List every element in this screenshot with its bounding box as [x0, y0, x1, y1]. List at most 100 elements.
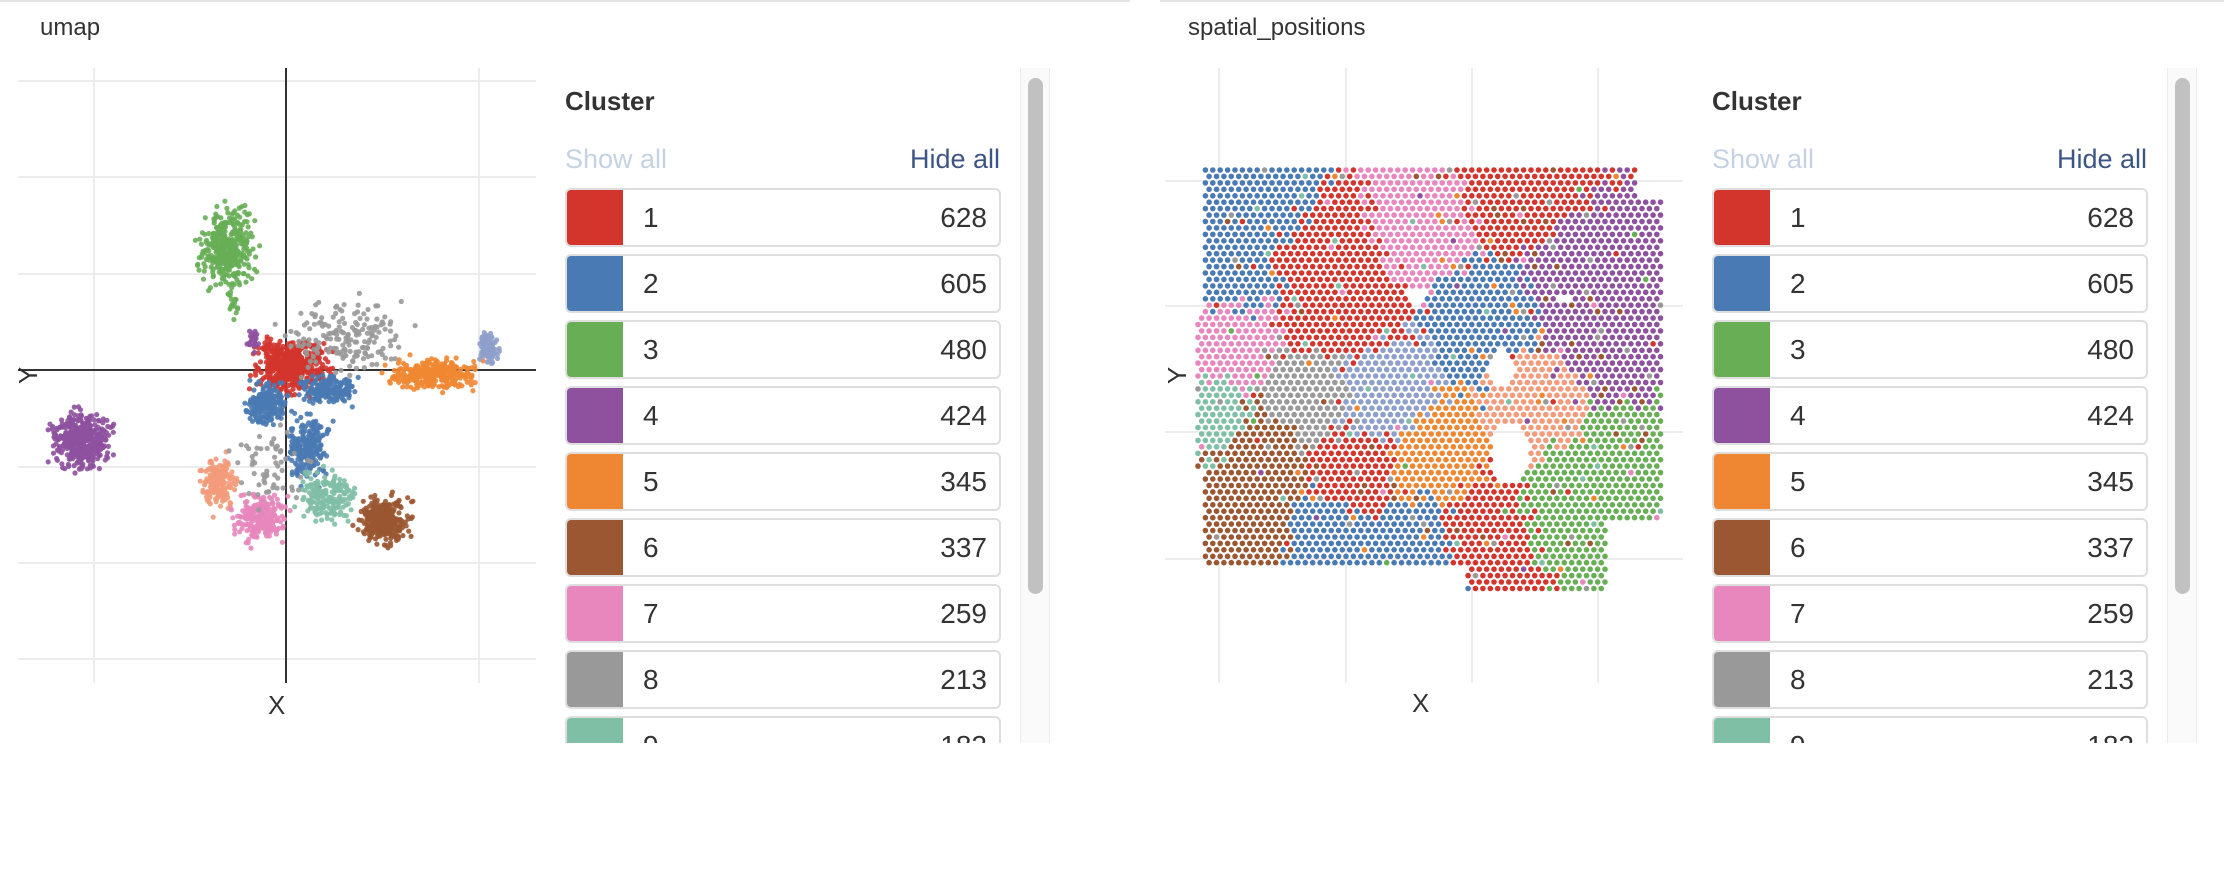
color-swatch[interactable] — [567, 652, 623, 707]
umap-point — [389, 489, 395, 495]
umap-scatterplot[interactable] — [18, 68, 536, 683]
umap-point — [222, 198, 228, 204]
umap-point — [341, 512, 347, 518]
spatial-spot — [1276, 244, 1283, 251]
spatial-spot — [1498, 231, 1505, 238]
spatial-spot — [1332, 289, 1338, 296]
spatial-spot — [1332, 302, 1338, 308]
color-swatch[interactable] — [567, 520, 623, 575]
cluster-name: 1 — [643, 202, 659, 233]
spatial-spot — [1520, 308, 1527, 315]
umap-point — [329, 467, 335, 473]
spatial-spot — [1535, 270, 1542, 276]
hide-all-button[interactable]: Hide all — [910, 144, 1000, 175]
spatial-spot — [1509, 225, 1516, 231]
umap-point — [208, 458, 214, 464]
color-swatch[interactable] — [567, 256, 623, 311]
spatial-spot — [1454, 193, 1460, 199]
umap-point — [235, 460, 241, 466]
spatial-spot — [1346, 263, 1353, 270]
legend-item-cluster-6[interactable]: 6 337 — [565, 518, 1001, 577]
umap-point — [441, 384, 447, 390]
color-swatch[interactable] — [567, 388, 623, 443]
legend-item-cluster-9[interactable]: 9182 — [565, 716, 1001, 743]
spatial-spot — [1491, 283, 1497, 289]
spatial-spot — [1580, 257, 1586, 263]
spatial-spot — [1265, 302, 1272, 308]
show-all-button[interactable]: Show all — [565, 144, 667, 175]
spatial-spot — [1420, 263, 1427, 270]
spatial-spot — [1272, 173, 1279, 180]
spatial-spot — [1528, 257, 1534, 263]
spatial-spot — [1572, 270, 1579, 276]
spatial-spot — [1539, 276, 1545, 283]
spatial-spot — [1602, 257, 1608, 263]
umap-point — [433, 372, 440, 378]
spatial-spot — [1420, 212, 1427, 218]
umap-point — [244, 248, 250, 254]
legend-item-cluster-3[interactable]: 3 480 — [565, 320, 1001, 379]
spatial-spot — [1376, 276, 1383, 283]
spatial-spot — [1243, 289, 1249, 296]
spatial-spot — [1432, 270, 1438, 276]
spatial-spot — [1369, 263, 1375, 270]
spatial-spot — [1568, 225, 1575, 231]
spatial-spot — [1576, 289, 1582, 296]
spatial-spot — [1321, 180, 1327, 186]
color-swatch[interactable] — [567, 586, 623, 641]
umap-point — [308, 504, 314, 510]
spatial-spot — [1587, 244, 1593, 251]
spatial-spot — [1480, 212, 1486, 218]
spatial-spot — [1409, 180, 1416, 186]
spatial-spot — [1494, 212, 1501, 218]
umap-point — [408, 384, 414, 390]
spatial-spot — [1598, 186, 1605, 193]
legend-item-cluster-5[interactable]: 5 345 — [565, 452, 1001, 511]
spatial-spot — [1628, 276, 1634, 283]
spatial-spot — [1617, 193, 1623, 199]
legend-item-cluster-1[interactable]: 1 628 — [565, 188, 1001, 247]
spatial-spot — [1354, 173, 1360, 180]
spatial-spot — [1461, 231, 1468, 238]
color-swatch[interactable] — [567, 322, 623, 377]
umap-point — [349, 404, 355, 410]
spatial-spot — [1450, 238, 1457, 244]
spatial-spot — [1365, 193, 1371, 199]
spatial-spot — [1417, 193, 1423, 199]
spatial-spot — [1280, 199, 1286, 205]
color-swatch[interactable] — [567, 718, 623, 743]
spatial-scatterplot[interactable] — [1165, 68, 1683, 683]
spatial-spot — [1295, 302, 1301, 308]
spatial-spot — [1657, 263, 1664, 270]
legend-item-cluster-8[interactable]: 8 213 — [565, 650, 1001, 709]
spatial-spot — [1232, 218, 1238, 225]
umap-point — [318, 442, 324, 448]
spatial-spot — [1439, 205, 1445, 212]
spatial-spot — [1446, 244, 1453, 251]
umap-point — [229, 303, 235, 309]
umap-point — [334, 397, 340, 403]
color-swatch[interactable] — [567, 454, 623, 509]
spatial-spot — [1247, 193, 1253, 199]
spatial-spot — [1631, 167, 1638, 173]
spatial-spot — [1243, 225, 1249, 231]
legend-scrollbar[interactable] — [1020, 68, 1050, 743]
color-swatch[interactable] — [567, 190, 623, 245]
spatial-spot — [1498, 296, 1505, 302]
spatial-spot — [1309, 289, 1316, 296]
spatial-spot — [1291, 244, 1297, 251]
spatial-spot — [1358, 308, 1364, 315]
spatial-spot — [1258, 186, 1264, 193]
legend-item-cluster-2[interactable]: 2 605 — [565, 254, 1001, 313]
umap-point — [50, 450, 57, 456]
spatial-spot — [1491, 244, 1497, 251]
legend-item-cluster-7[interactable]: 7 259 — [565, 584, 1001, 643]
legend-item-cluster-4[interactable]: 4 424 — [565, 386, 1001, 445]
spatial-spot — [1576, 276, 1582, 283]
umap-point — [272, 408, 278, 414]
spatial-spot — [1620, 199, 1627, 205]
spatial-spot — [1302, 173, 1309, 180]
scrollbar-thumb[interactable] — [1028, 78, 1043, 594]
spatial-spot — [1524, 212, 1531, 218]
spatial-spot — [1309, 276, 1316, 283]
